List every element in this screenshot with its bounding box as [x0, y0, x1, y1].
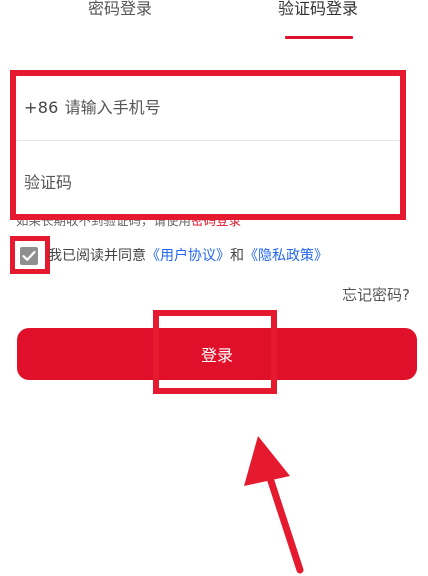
check-icon — [22, 250, 36, 261]
country-code[interactable]: +86 — [24, 98, 59, 117]
user-agreement-link[interactable]: 《用户协议》 — [146, 248, 230, 264]
sms-hint: 如果长期收不到验证码，请使用密码登录 — [16, 220, 241, 232]
verification-code-input[interactable] — [24, 170, 344, 194]
login-button[interactable]: 登录 — [17, 328, 417, 380]
code-row — [10, 150, 406, 214]
pointer-arrow-icon — [244, 436, 304, 574]
tab-code-login[interactable]: 验证码登录 — [258, 0, 378, 22]
login-button-label: 登录 — [200, 346, 233, 365]
phone-row: +86 — [10, 75, 406, 139]
tab-password-login[interactable]: 密码登录 — [60, 0, 180, 22]
privacy-policy-link[interactable]: 《隐私政策》 — [244, 248, 328, 264]
hint-text: 如果长期收不到验证码，请使用 — [16, 220, 192, 228]
login-screen: 密码登录 验证码登录 +86 如果长期收不到验证码，请使用密码登录 我已阅读并同… — [0, 0, 428, 576]
agreement-text: 我已阅读并同意《用户协议》和《隐私政策》 — [48, 246, 328, 266]
agreement-checkbox[interactable] — [20, 247, 38, 265]
agreement-conjunction: 和 — [230, 248, 244, 264]
hint-password-login-link[interactable]: 密码登录 — [191, 220, 241, 228]
agreement-prefix: 我已阅读并同意 — [48, 248, 146, 264]
active-tab-indicator — [285, 36, 353, 39]
input-divider — [10, 140, 406, 141]
phone-input[interactable] — [64, 95, 345, 119]
forgot-password-link[interactable]: 忘记密码? — [342, 285, 410, 305]
